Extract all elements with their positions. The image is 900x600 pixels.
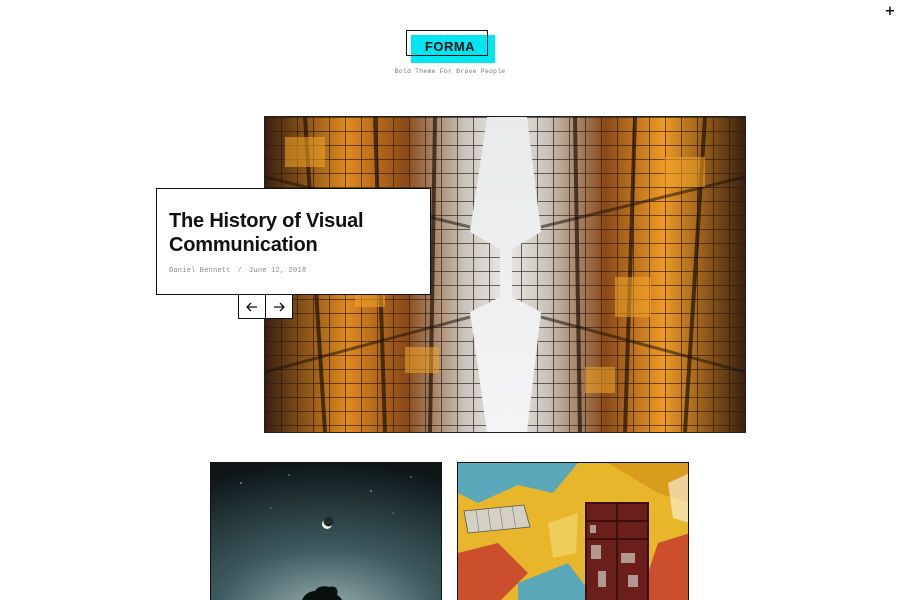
featured-post-card: The History of Visual Communication Dani… xyxy=(156,188,431,295)
arrow-left-icon xyxy=(246,302,257,311)
grid-post-image-2[interactable] xyxy=(457,462,689,600)
post-date: June 12, 2018 xyxy=(249,267,307,275)
slider-next-button[interactable] xyxy=(265,295,292,318)
site-tagline: Bold Theme For Brave People xyxy=(394,68,506,75)
logo-frame: FORMA xyxy=(406,30,488,56)
plus-icon[interactable]: + xyxy=(883,4,897,18)
post-title[interactable]: The History of Visual Communication xyxy=(169,209,418,257)
arrow-right-icon xyxy=(274,302,285,311)
slider-prev-button[interactable] xyxy=(239,295,265,318)
night-sky-moon-photo xyxy=(211,463,441,600)
colorful-wall-window-photo xyxy=(458,463,688,600)
logo-text: FORMA xyxy=(424,38,476,54)
post-meta: Daniel Bennett / June 12, 2018 xyxy=(169,267,418,275)
site-logo[interactable]: FORMA xyxy=(406,30,495,63)
grid-post-image-1[interactable] xyxy=(210,462,442,600)
slider-controls xyxy=(238,294,293,319)
meta-separator: / xyxy=(237,267,243,275)
post-author[interactable]: Daniel Bennett xyxy=(169,267,231,275)
page: + FORMA Bold Theme For Brave People The … xyxy=(0,0,900,600)
